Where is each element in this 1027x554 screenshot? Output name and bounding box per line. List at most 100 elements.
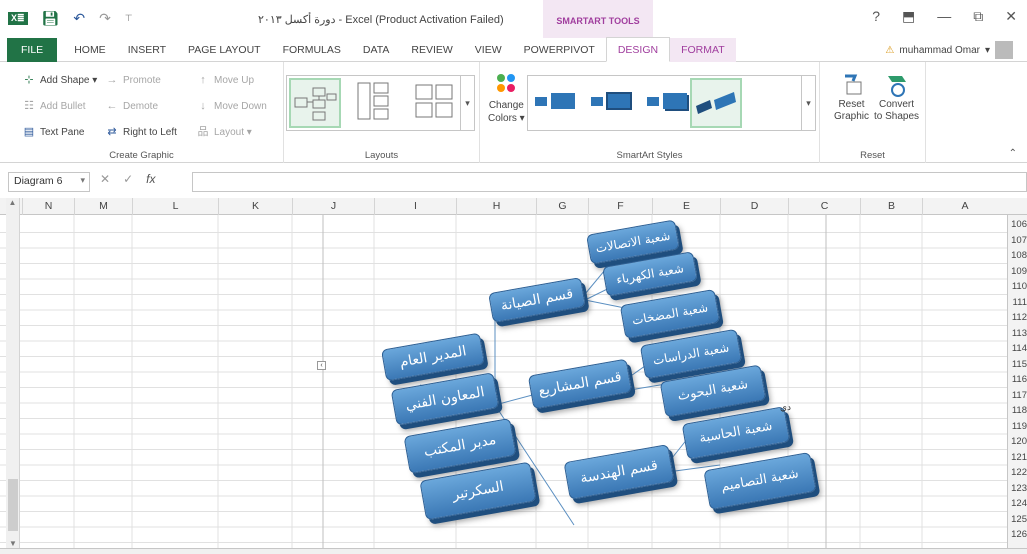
ribbon-display-icon[interactable]: ⬒ bbox=[902, 8, 915, 25]
minimize-icon[interactable]: — bbox=[937, 8, 951, 25]
save-icon[interactable]: 💾︎ bbox=[42, 10, 60, 27]
formula-input[interactable] bbox=[192, 172, 1027, 192]
row-header[interactable]: 111 bbox=[1008, 295, 1027, 311]
convert-to-shapes-button[interactable]: Convert to Shapes bbox=[874, 72, 919, 122]
tab-file[interactable]: FILE bbox=[7, 37, 58, 62]
name-box[interactable]: Diagram 6 ▾ bbox=[8, 172, 90, 192]
demote-button[interactable]: ← Demote bbox=[105, 100, 159, 112]
restore-icon[interactable]: ⧉ bbox=[973, 8, 983, 25]
style-option-4[interactable] bbox=[690, 78, 742, 128]
column-header[interactable]: C bbox=[788, 198, 860, 215]
column-header[interactable]: J bbox=[292, 198, 374, 215]
style-option-1[interactable] bbox=[530, 78, 582, 128]
column-header[interactable]: H bbox=[456, 198, 536, 215]
column-header[interactable]: K bbox=[218, 198, 292, 215]
reset-graphic-label-1: Reset bbox=[838, 99, 865, 110]
chevron-down-icon: ▾ bbox=[80, 175, 85, 185]
scroll-down-icon[interactable]: ▼ bbox=[6, 539, 20, 548]
enter-icon[interactable]: ✓ bbox=[123, 172, 133, 186]
reset-graphic-icon bbox=[844, 74, 861, 95]
column-header[interactable]: D bbox=[720, 198, 788, 215]
row-header[interactable]: 124 bbox=[1008, 496, 1027, 512]
collapse-ribbon-icon[interactable]: ⌃ bbox=[1009, 148, 1017, 159]
group-reset: Reset Graphic Convert to Shapes Reset bbox=[820, 62, 926, 163]
help-icon[interactable]: ? bbox=[872, 8, 880, 25]
row-header[interactable]: 106 bbox=[1008, 217, 1027, 233]
tab-design[interactable]: DESIGN bbox=[605, 37, 671, 62]
move-down-button[interactable]: ↓ Move Down bbox=[196, 100, 267, 112]
tab-home[interactable]: HOME bbox=[63, 38, 117, 62]
layout-button[interactable]: 品 Layout ▾ bbox=[196, 126, 252, 138]
column-header[interactable]: F bbox=[588, 198, 652, 215]
customize-qat-icon[interactable]: ⊤ bbox=[125, 13, 133, 24]
name-box-value: Diagram 6 bbox=[14, 175, 63, 187]
row-header[interactable]: 108 bbox=[1008, 248, 1027, 264]
row-header[interactable]: 122 bbox=[1008, 465, 1027, 481]
user-account[interactable]: ⚠ muhammad Omar ▾ bbox=[885, 41, 1013, 59]
group-smartart-styles: Change Colors ▾ ▾ SmartArt Styles bbox=[480, 62, 820, 163]
add-bullet-button[interactable]: ☷ Add Bullet bbox=[22, 100, 86, 112]
move-up-button[interactable]: ↑ Move Up bbox=[196, 74, 254, 86]
row-header[interactable]: 114 bbox=[1008, 341, 1027, 357]
tab-data[interactable]: DATA bbox=[352, 38, 400, 62]
tab-format[interactable]: FORMAT bbox=[670, 37, 736, 62]
tab-powerpivot[interactable]: POWERPIVOT bbox=[513, 38, 606, 62]
tab-page-layout[interactable]: PAGE LAYOUT bbox=[177, 38, 272, 62]
layouts-gallery-more[interactable]: ▾ bbox=[460, 76, 474, 130]
undo-icon[interactable]: ↶ bbox=[73, 10, 85, 27]
row-header[interactable]: 107 bbox=[1008, 233, 1027, 249]
styles-gallery-more[interactable]: ▾ bbox=[801, 76, 815, 130]
row-header[interactable]: 125 bbox=[1008, 512, 1027, 528]
layout-option-hierarchy-3[interactable] bbox=[409, 78, 461, 128]
change-colors-button[interactable]: Change Colors ▾ bbox=[488, 72, 525, 124]
add-shape-icon: ⊹ bbox=[24, 74, 34, 86]
cancel-icon[interactable]: ✕ bbox=[100, 172, 110, 186]
row-header[interactable]: 116 bbox=[1008, 372, 1027, 388]
add-shape-button[interactable]: ⊹ Add Shape ▾ bbox=[22, 74, 97, 86]
text-pane-button[interactable]: ▤ Text Pane bbox=[22, 126, 85, 138]
column-header[interactable]: B bbox=[860, 198, 922, 215]
reset-group-label: Reset bbox=[860, 150, 885, 161]
row-headers: 106 107 108 109 110 111 112 113 114 115 116 117 118 1… bbox=[1007, 215, 1027, 554]
row-header[interactable]: 118 bbox=[1008, 403, 1027, 419]
tab-formulas[interactable]: FORMULAS bbox=[272, 38, 352, 62]
style-option-3[interactable] bbox=[642, 78, 694, 128]
layout-option-hierarchy-1[interactable] bbox=[289, 78, 341, 128]
scroll-up-icon[interactable]: ▲ bbox=[6, 198, 19, 207]
scroll-thumb[interactable] bbox=[8, 479, 18, 531]
column-header[interactable]: G bbox=[536, 198, 588, 215]
row-header[interactable]: 120 bbox=[1008, 434, 1027, 450]
chevron-down-icon: ▾ bbox=[984, 44, 990, 56]
column-header[interactable]: A bbox=[922, 198, 1007, 215]
vertical-scrollbar[interactable]: ▲ ▼ bbox=[6, 198, 20, 554]
redo-icon[interactable]: ↷ bbox=[99, 10, 111, 27]
tab-view[interactable]: VIEW bbox=[464, 38, 513, 62]
row-header[interactable]: 110 bbox=[1008, 279, 1027, 295]
style-option-2[interactable] bbox=[586, 78, 638, 128]
column-header[interactable]: E bbox=[652, 198, 720, 215]
reset-graphic-button[interactable]: Reset Graphic bbox=[834, 72, 869, 122]
row-header[interactable]: 109 bbox=[1008, 264, 1027, 280]
row-header[interactable]: 117 bbox=[1008, 388, 1027, 404]
layout-option-hierarchy-2[interactable] bbox=[349, 78, 401, 128]
close-icon[interactable]: ✕ bbox=[1005, 8, 1017, 25]
column-header[interactable]: L bbox=[132, 198, 218, 215]
frame-handle[interactable]: ‹ bbox=[317, 361, 326, 370]
row-header[interactable]: 119 bbox=[1008, 419, 1027, 435]
column-header[interactable]: I bbox=[374, 198, 456, 215]
worksheet-grid[interactable]: المدير العام المعاون الفني مدير المكتب ا… bbox=[0, 215, 1027, 554]
row-header[interactable]: 112 bbox=[1008, 310, 1027, 326]
row-header[interactable]: 113 bbox=[1008, 326, 1027, 342]
promote-button[interactable]: → Promote bbox=[105, 74, 161, 86]
group-create-graphic: ⊹ Add Shape ▾ ☷ Add Bullet ▤ Text Pane → Pro… bbox=[0, 62, 284, 163]
column-header[interactable]: M bbox=[74, 198, 132, 215]
row-header[interactable]: 123 bbox=[1008, 481, 1027, 497]
insert-function-icon[interactable]: fx bbox=[146, 172, 155, 186]
tab-review[interactable]: REVIEW bbox=[400, 38, 463, 62]
tab-insert[interactable]: INSERT bbox=[117, 38, 177, 62]
column-header[interactable]: N bbox=[22, 198, 74, 215]
row-header[interactable]: 115 bbox=[1008, 357, 1027, 373]
right-to-left-button[interactable]: ⇄ Right to Left bbox=[105, 126, 177, 138]
row-header[interactable]: 126 bbox=[1008, 527, 1027, 543]
row-header[interactable]: 121 bbox=[1008, 450, 1027, 466]
